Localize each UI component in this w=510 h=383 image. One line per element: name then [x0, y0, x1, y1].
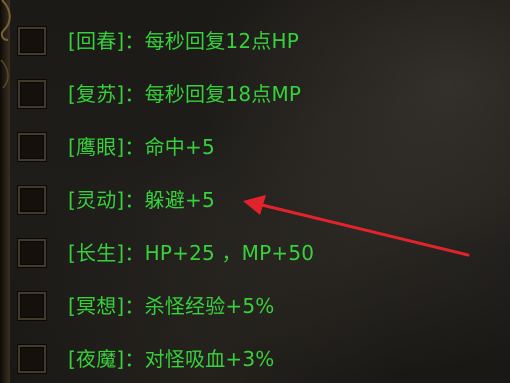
buff-row-lingdong: [灵动]：躲避+5	[0, 183, 480, 223]
buff-checkbox-yingyan[interactable]	[18, 133, 46, 161]
buff-label-fusu: [复苏]：每秒回复18点MP	[68, 82, 302, 106]
buff-checkbox-fusu[interactable]	[18, 80, 46, 108]
buff-row-changsheng: [长生]：HP+25 ，MP+50	[0, 236, 480, 276]
buff-label-yingyan: [鹰眼]：命中+5	[68, 135, 215, 159]
buff-row-huichun: [回春]：每秒回复12点HP	[0, 24, 480, 64]
buff-checkbox-mingxiang[interactable]	[18, 292, 46, 320]
buff-checkbox-yemo[interactable]	[18, 345, 46, 373]
buff-row-fusu: [复苏]：每秒回复18点MP	[0, 77, 480, 117]
buff-list: [回春]：每秒回复12点HP [复苏]：每秒回复18点MP [鹰眼]：命中+5 …	[0, 0, 510, 383]
buff-label-changsheng: [长生]：HP+25 ，MP+50	[68, 241, 315, 265]
buff-checkbox-huichun[interactable]	[18, 27, 46, 55]
buff-checkbox-lingdong[interactable]	[18, 186, 46, 214]
buff-label-lingdong: [灵动]：躲避+5	[68, 188, 215, 212]
buff-checkbox-changsheng[interactable]	[18, 239, 46, 267]
buff-label-mingxiang: [冥想]：杀怪经验+5%	[68, 294, 275, 318]
buff-label-yemo: [夜魔]：对怪吸血+3%	[68, 347, 275, 371]
buff-label-huichun: [回春]：每秒回复12点HP	[68, 29, 299, 53]
buff-row-mingxiang: [冥想]：杀怪经验+5%	[0, 289, 480, 329]
buff-row-yingyan: [鹰眼]：命中+5	[0, 130, 480, 170]
buff-row-yemo: [夜魔]：对怪吸血+3%	[0, 342, 480, 382]
